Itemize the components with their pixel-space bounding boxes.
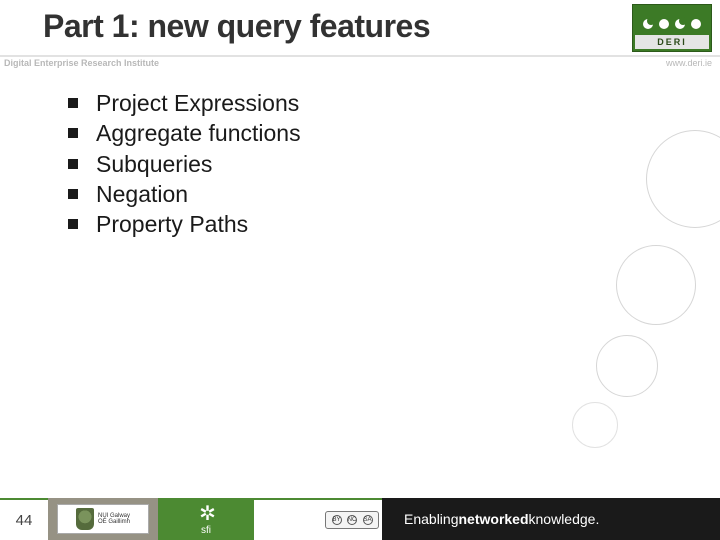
bullet-list: Project Expressions Aggregate functions … <box>68 88 301 240</box>
nui-line2: OÉ Gaillimh <box>98 519 130 525</box>
logo-dot-icon <box>643 19 653 29</box>
list-item: Negation <box>68 179 301 209</box>
crest-icon <box>76 508 94 530</box>
slide: Part 1: new query features DERI Digital … <box>0 0 720 540</box>
cc-sa-icon: SA <box>363 515 373 525</box>
logo-dot-icon <box>659 19 669 29</box>
sfi-logo: ✲ sfi <box>158 498 254 540</box>
logo-dot-icon <box>691 19 701 29</box>
decor-circle-icon <box>616 245 696 325</box>
decor-circle-icon <box>596 335 658 397</box>
sfi-text: sfi <box>201 525 211 536</box>
list-item: Subqueries <box>68 149 301 179</box>
logo-label-bar: DERI <box>635 35 709 49</box>
tagline-bold: networked <box>459 511 529 527</box>
tagline: Enabling networked knowledge. <box>382 498 720 540</box>
tagline-post: knowledge. <box>529 511 600 527</box>
decor-circle-icon <box>646 130 720 228</box>
list-item: Property Paths <box>68 209 301 239</box>
logo-dots <box>643 19 701 29</box>
list-item: Aggregate functions <box>68 118 301 148</box>
institute-label: Digital Enterprise Research Institute <box>4 58 159 68</box>
fan-icon: ✲ <box>199 503 213 525</box>
footer-gap <box>254 498 322 540</box>
cc-by-icon: BY <box>332 515 342 525</box>
slide-title: Part 1: new query features <box>43 8 430 45</box>
list-item: Project Expressions <box>68 88 301 118</box>
nui-badge: NUI Galway OÉ Gaillimh <box>57 504 149 534</box>
logo-text: DERI <box>657 37 687 47</box>
site-url: www.deri.ie <box>666 58 712 68</box>
tagline-pre: Enabling <box>404 511 459 527</box>
cc-badge-icon: BY NC SA <box>325 511 379 529</box>
header-divider <box>0 55 720 57</box>
sfi-mark: ✲ sfi <box>199 503 213 536</box>
cc-nc-icon: NC <box>347 515 357 525</box>
footer: 44 NUI Galway OÉ Gaillimh ✲ sfi BY NC SA <box>0 498 720 540</box>
nui-text: NUI Galway OÉ Gaillimh <box>98 513 130 525</box>
cc-license: BY NC SA <box>322 498 382 540</box>
page-number: 44 <box>0 498 48 540</box>
deri-logo: DERI <box>632 4 712 52</box>
nui-galway-logo: NUI Galway OÉ Gaillimh <box>48 498 158 540</box>
logo-dot-icon <box>675 19 685 29</box>
decor-circle-icon <box>572 402 618 448</box>
